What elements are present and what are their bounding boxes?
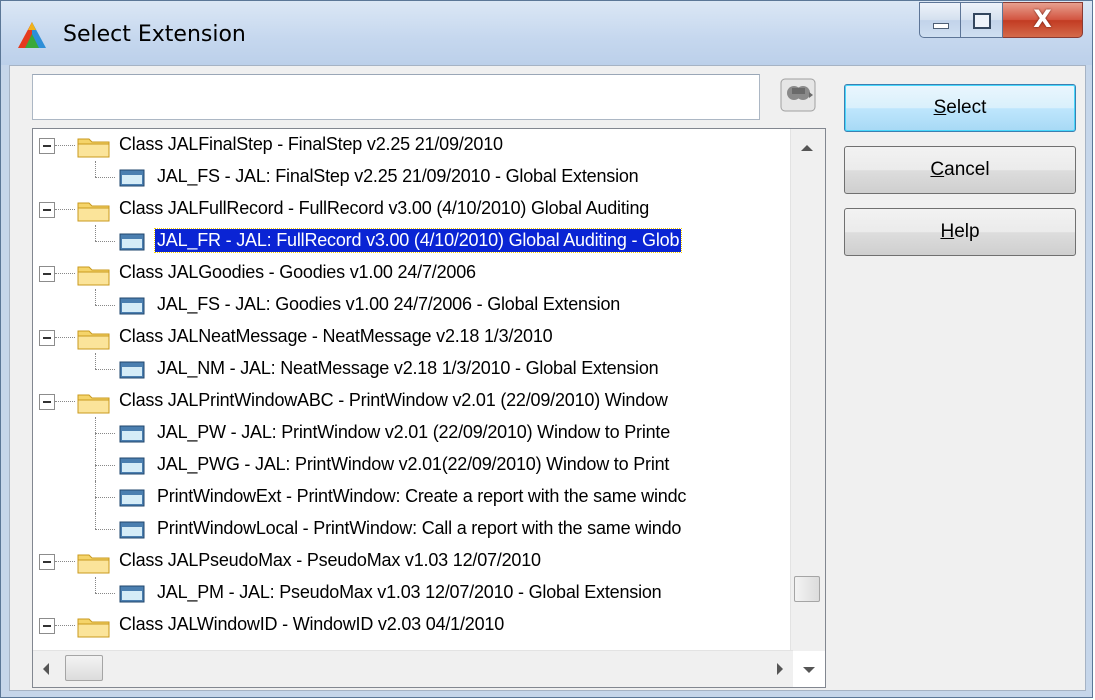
extension-icon	[119, 489, 145, 507]
tree-extension-node[interactable]: JAL_FS - JAL: Goodies v1.00 24/7/2006 - …	[33, 289, 793, 321]
extension-icon	[119, 521, 145, 539]
extension-icon	[119, 585, 145, 603]
tree-node-label: Class JALNeatMessage - NeatMessage v2.18…	[119, 326, 553, 346]
tree-class-node[interactable]: Class JALPseudoMax - PseudoMax v1.03 12/…	[33, 545, 793, 577]
collapse-icon[interactable]	[39, 554, 55, 570]
collapse-icon[interactable]	[39, 394, 55, 410]
tree-node-label: Class JALPseudoMax - PseudoMax v1.03 12/…	[119, 550, 541, 570]
collapse-icon[interactable]	[39, 266, 55, 282]
help-button[interactable]: Help	[844, 208, 1076, 256]
horizontal-scroll-thumb[interactable]	[65, 655, 103, 681]
search-icon[interactable]	[780, 78, 816, 112]
tree-class-node[interactable]: Class JALPrintWindowABC - PrintWindow v2…	[33, 385, 793, 417]
folder-icon	[77, 198, 111, 222]
tree-class-node[interactable]: Class JALFullRecord - FullRecord v3.00 (…	[33, 193, 793, 225]
extension-icon	[119, 457, 145, 475]
close-icon: X	[1033, 5, 1052, 33]
tree-class-node[interactable]: Class JALWindowID - WindowID v2.03 04/1/…	[33, 609, 793, 641]
collapse-icon[interactable]	[39, 618, 55, 634]
caption-buttons: X	[919, 2, 1083, 40]
collapse-icon[interactable]	[39, 138, 55, 154]
folder-icon	[77, 134, 111, 158]
folder-icon	[77, 390, 111, 414]
tree-extension-node[interactable]: JAL_FR - JAL: FullRecord v3.00 (4/10/201…	[33, 225, 793, 257]
tree-class-node[interactable]: Class JALFinalStep - FinalStep v2.25 21/…	[33, 129, 793, 161]
tree-node-label: JAL_PW - JAL: PrintWindow v2.01 (22/09/2…	[157, 422, 671, 442]
tree-node-label: Class JALWindowID - WindowID v2.03 04/1/…	[119, 614, 505, 634]
tree-extension-node[interactable]: PrintWindowLocal - PrintWindow: Call a r…	[33, 513, 793, 545]
tree-node-label: JAL_PWG - JAL: PrintWindow v2.01(22/09/2…	[157, 454, 670, 474]
window-title: Select Extension	[63, 22, 246, 47]
scroll-down-icon[interactable]	[803, 667, 815, 673]
cancel-button[interactable]: Cancel	[844, 146, 1076, 194]
maximize-button[interactable]	[961, 2, 1003, 38]
tree-extension-node[interactable]: JAL_PW - JAL: PrintWindow v2.01 (22/09/2…	[33, 417, 793, 449]
title-bar[interactable]: Select Extension X	[1, 1, 1092, 65]
horizontal-scrollbar[interactable]	[33, 650, 793, 687]
select-extension-window: Select Extension X Class JALFinalStep - …	[0, 0, 1093, 698]
maximize-icon	[973, 13, 991, 29]
extension-icon	[119, 297, 145, 315]
triangle-logo-icon	[18, 22, 46, 48]
tree-extension-node[interactable]: JAL_PWG - JAL: PrintWindow v2.01(22/09/2…	[33, 449, 793, 481]
scroll-up-icon[interactable]	[801, 145, 813, 151]
tree-node-label: Class JALPrintWindowABC - PrintWindow v2…	[119, 390, 668, 410]
folder-icon	[77, 262, 111, 286]
extension-icon	[119, 169, 145, 187]
vertical-scroll-thumb[interactable]	[794, 576, 820, 602]
tree-extension-node[interactable]: PrintWindowExt - PrintWindow: Create a r…	[33, 481, 793, 513]
search-input[interactable]	[32, 74, 760, 120]
scroll-right-icon[interactable]	[777, 663, 783, 675]
collapse-icon[interactable]	[39, 202, 55, 218]
minimize-button[interactable]	[919, 2, 961, 38]
tree-node-label: JAL_FS - JAL: FinalStep v2.25 21/09/2010…	[157, 166, 639, 186]
tree-extension-node[interactable]: JAL_FS - JAL: FinalStep v2.25 21/09/2010…	[33, 161, 793, 193]
tree-rows: Class JALFinalStep - FinalStep v2.25 21/…	[33, 129, 793, 641]
select-accel: S	[933, 97, 947, 118]
extension-tree[interactable]: Class JALFinalStep - FinalStep v2.25 21/…	[32, 128, 826, 688]
tree-node-label: PrintWindowExt - PrintWindow: Create a r…	[157, 486, 687, 506]
extension-icon	[119, 425, 145, 443]
tree-node-label: JAL_PM - JAL: PseudoMax v1.03 12/07/2010…	[157, 582, 662, 602]
tree-node-label: Class JALGoodies - Goodies v1.00 24/7/20…	[119, 262, 476, 282]
cancel-label: ancel	[944, 159, 990, 180]
tree-extension-node[interactable]: JAL_PM - JAL: PseudoMax v1.03 12/07/2010…	[33, 577, 793, 609]
close-button[interactable]: X	[1003, 2, 1083, 38]
tree-class-node[interactable]: Class JALNeatMessage - NeatMessage v2.18…	[33, 321, 793, 353]
extension-icon	[119, 233, 145, 251]
tree-node-label: JAL_FR - JAL: FullRecord v3.00 (4/10/201…	[153, 228, 683, 253]
tree-node-label: PrintWindowLocal - PrintWindow: Call a r…	[157, 518, 682, 538]
tree-extension-node[interactable]: JAL_NM - JAL: NeatMessage v2.18 1/3/2010…	[33, 353, 793, 385]
tree-class-node[interactable]: Class JALGoodies - Goodies v1.00 24/7/20…	[33, 257, 793, 289]
select-button[interactable]: Select	[844, 84, 1076, 132]
select-label: elect	[946, 97, 987, 118]
folder-icon	[77, 326, 111, 350]
minimize-icon	[933, 23, 949, 29]
collapse-icon[interactable]	[39, 330, 55, 346]
help-accel: H	[940, 221, 955, 242]
help-label: elp	[954, 221, 980, 242]
tree-node-label: JAL_FS - JAL: Goodies v1.00 24/7/2006 - …	[157, 294, 621, 314]
extension-icon	[119, 361, 145, 379]
cancel-accel: C	[930, 159, 945, 180]
folder-icon	[77, 550, 111, 574]
tree-node-label: Class JALFinalStep - FinalStep v2.25 21/…	[119, 134, 503, 154]
folder-icon	[77, 614, 111, 638]
dialog-client-area: Class JALFinalStep - FinalStep v2.25 21/…	[9, 65, 1086, 691]
tree-node-label: Class JALFullRecord - FullRecord v3.00 (…	[119, 198, 650, 218]
tree-node-label: JAL_NM - JAL: NeatMessage v2.18 1/3/2010…	[157, 358, 659, 378]
vertical-scrollbar[interactable]	[790, 129, 825, 651]
scroll-left-icon[interactable]	[43, 663, 49, 675]
